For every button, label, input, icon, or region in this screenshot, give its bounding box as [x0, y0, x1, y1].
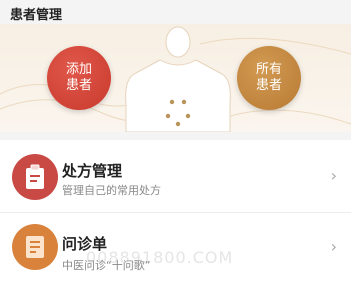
card-subtitle: 管理自己的常用处方 — [62, 184, 161, 197]
consultation-form-item[interactable]: 问诊单 中医问诊“十问歌” › — [0, 212, 351, 282]
prescription-management-item[interactable]: 处方管理 管理自己的常用处方 › — [0, 140, 351, 212]
card-title: 处方管理 — [62, 162, 123, 180]
watermark: 008891800.COM — [86, 248, 234, 267]
all-patients-label: 所有患者 — [255, 62, 282, 93]
add-patient-button[interactable]: 添加患者 — [47, 46, 111, 110]
prescription-clipboard-icon — [12, 154, 58, 200]
consultation-form-icon — [12, 224, 58, 270]
chevron-right-icon: › — [330, 237, 337, 256]
add-patient-label: 添加患者 — [65, 62, 92, 93]
patient-banner: 添加患者 所有患者 — [0, 24, 351, 132]
human-body-icon — [125, 26, 231, 132]
page-title: 患者管理 — [10, 8, 63, 23]
chevron-right-icon: › — [330, 166, 337, 185]
all-patients-button[interactable]: 所有患者 — [237, 46, 301, 110]
